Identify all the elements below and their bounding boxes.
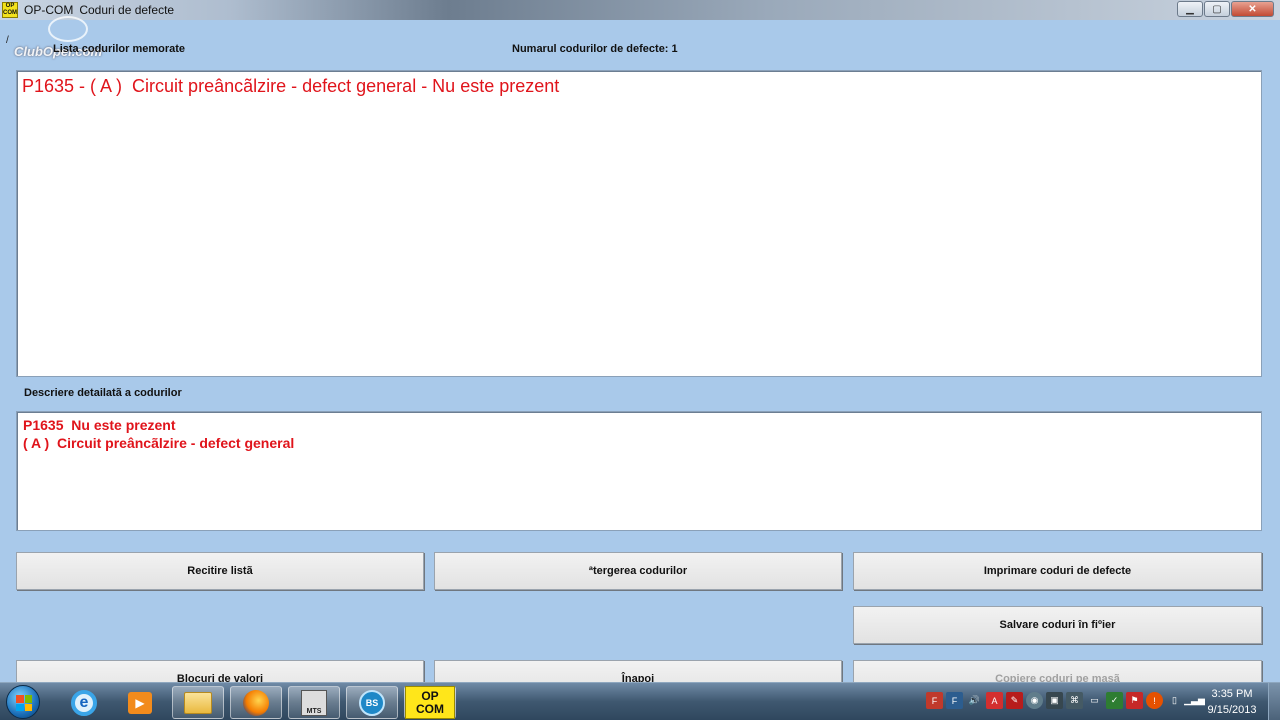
start-button[interactable] — [6, 685, 40, 719]
alert-icon[interactable]: ! — [1146, 692, 1163, 709]
clock-time: 3:35 PM — [1211, 688, 1253, 700]
tray-app-icon[interactable]: ✎ — [1006, 692, 1023, 709]
system-tray: F F 🔊 A ✎ ◉ ▣ ⌘ ▭ ✓ ⚑ ! ▯ ▁▃▅ — [926, 692, 1205, 709]
firefox-icon — [243, 689, 269, 716]
opcom-icon: OP COM — [405, 686, 455, 719]
internet-explorer-icon: e — [71, 689, 97, 716]
media-player-icon: ▶ — [128, 691, 152, 714]
description-box[interactable]: P1635 Nu este prezent ( A ) Circuit preâ… — [16, 411, 1262, 531]
code-list-item[interactable]: P1635 - ( A ) Circuit preâncãlzire - def… — [22, 76, 559, 97]
opel-logo-icon — [48, 16, 88, 42]
save-codes-button[interactable]: Salvare coduri în fiºier — [853, 606, 1262, 644]
close-button[interactable]: ✕ — [1231, 1, 1274, 17]
maximize-icon: ▢ — [1212, 3, 1222, 15]
pdf-icon[interactable]: A — [986, 692, 1003, 709]
tray-app-icon[interactable]: F — [946, 692, 963, 709]
taskbar-bs[interactable]: BS — [346, 686, 398, 719]
detailed-desc-label: Descriere detailatã a codurilor — [24, 387, 182, 399]
clock[interactable]: 3:35 PM 9/15/2013 — [1200, 686, 1264, 718]
battery-icon[interactable]: ▯ — [1166, 692, 1183, 709]
display-icon[interactable]: ▣ — [1046, 692, 1063, 709]
volume-icon[interactable]: 🔊 — [966, 692, 983, 709]
folder-icon — [184, 691, 212, 714]
windows-logo-icon — [16, 695, 32, 711]
usb-icon[interactable]: ▭ — [1086, 692, 1103, 709]
description-line: P1635 Nu este prezent — [23, 417, 176, 433]
clock-date: 9/15/2013 — [1207, 704, 1257, 716]
safely-remove-icon[interactable]: ✓ — [1106, 692, 1123, 709]
bs-icon: BS — [359, 689, 385, 716]
opcom-label-bottom: COM — [416, 702, 444, 716]
taskbar-mts[interactable]: MTS — [288, 686, 340, 719]
app-name: OP-COM — [24, 3, 74, 17]
codes-list-label: Lista codurilor memorate — [53, 43, 186, 55]
close-icon: ✕ — [1248, 3, 1257, 15]
description-line: ( A ) Circuit preâncãlzire - defect gene… — [23, 435, 295, 451]
action-center-icon[interactable]: ⚑ — [1126, 692, 1143, 709]
tray-app-icon[interactable]: F — [926, 692, 943, 709]
slash-mark: / — [6, 35, 9, 46]
taskbar-op-com[interactable]: OP COM — [404, 686, 456, 719]
maximize-button[interactable]: ▢ — [1204, 1, 1230, 17]
window-title: Coduri de defecte — [79, 3, 175, 17]
mts-icon: MTS — [301, 689, 327, 716]
taskbar-internet-explorer[interactable]: e — [58, 686, 110, 719]
minimize-icon: ▁ — [1186, 3, 1194, 15]
window-controls: ▁ ▢ ✕ — [1177, 1, 1274, 17]
tray-app-icon[interactable]: ◉ — [1026, 692, 1043, 709]
show-desktop-button[interactable] — [1268, 683, 1280, 720]
title-bar: OP COM OP-COM Coduri de defecte ▁ ▢ ✕ — [0, 0, 1280, 20]
tray-app-icon[interactable]: ⌘ — [1066, 692, 1083, 709]
taskbar-file-explorer[interactable] — [172, 686, 224, 719]
codes-list-box[interactable]: P1635 - ( A ) Circuit preâncãlzire - def… — [16, 70, 1262, 377]
erase-codes-button[interactable]: ªtergerea codurilor — [434, 552, 842, 590]
taskbar-media-player[interactable]: ▶ — [114, 686, 166, 719]
print-codes-button[interactable]: Imprimare coduri de defecte — [853, 552, 1262, 590]
codes-count-label: Numarul codurilor de defecte: 1 — [512, 43, 678, 55]
taskbar-firefox[interactable] — [230, 686, 282, 719]
minimize-button[interactable]: ▁ — [1177, 1, 1203, 17]
taskbar: e ▶ MTS BS OP COM F F 🔊 A ✎ ◉ ▣ ⌘ ▭ ✓ ⚑ … — [0, 682, 1280, 720]
reread-list-button[interactable]: Recitire listã — [16, 552, 424, 590]
